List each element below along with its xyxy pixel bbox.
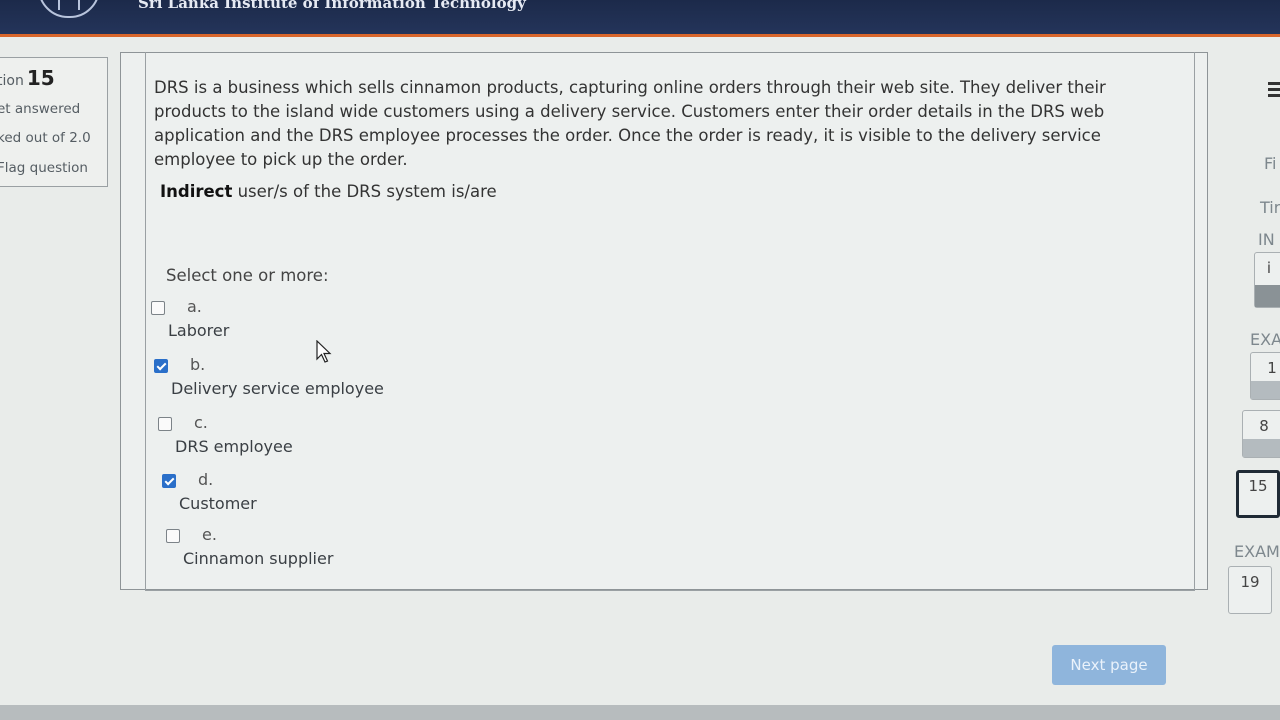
option-b-checkbox[interactable] bbox=[154, 359, 168, 373]
nav-info-button[interactable]: i bbox=[1254, 252, 1280, 308]
quiz-navigation-panel: Fi Tir IN i EXA 1 8 15 EXAM 19 bbox=[1222, 40, 1280, 680]
flag-question-link[interactable]: Flag question bbox=[0, 160, 88, 176]
nav-button-number: 19 bbox=[1240, 573, 1260, 591]
nav-question-8-button[interactable]: 8 bbox=[1242, 410, 1280, 458]
nav-text-exam: EXAM bbox=[1234, 542, 1280, 561]
marks-info: ked out of 2.0 bbox=[0, 130, 91, 146]
nav-question-19-button[interactable]: 19 bbox=[1228, 566, 1272, 614]
question-prompt-bold: Indirect bbox=[160, 182, 233, 201]
nav-button-number: 15 bbox=[1248, 477, 1268, 495]
next-page-button[interactable]: Next page bbox=[1052, 645, 1166, 685]
nav-text-exa: EXA bbox=[1250, 330, 1280, 349]
option-e-checkbox[interactable] bbox=[166, 529, 180, 543]
option-a-checkbox[interactable] bbox=[151, 301, 165, 315]
question-prompt-rest: user/s of the DRS system is/are bbox=[232, 182, 497, 201]
site-title: Sri Lanka Institute of Information Techn… bbox=[138, 0, 526, 12]
option-text: Laborer bbox=[168, 321, 230, 340]
bottom-bar bbox=[0, 705, 1280, 720]
option-text: Cinnamon supplier bbox=[183, 549, 334, 568]
nav-question-15-button[interactable]: 15 bbox=[1236, 470, 1280, 518]
option-letter: e. bbox=[202, 525, 217, 544]
select-label: Select one or more: bbox=[166, 266, 329, 285]
nav-text-ins: IN bbox=[1258, 230, 1275, 249]
mouse-cursor-icon bbox=[316, 340, 332, 363]
question-formulation: DRS is a business which sells cinnamon p… bbox=[145, 52, 1195, 591]
option-letter: b. bbox=[190, 355, 206, 374]
nav-question-1-button[interactable]: 1 bbox=[1250, 352, 1280, 400]
nav-button-number: 1 bbox=[1267, 359, 1277, 377]
nav-text-tir: Tir bbox=[1260, 198, 1280, 217]
question-text: DRS is a business which sells cinnamon p… bbox=[154, 78, 1106, 169]
option-text: Customer bbox=[179, 494, 257, 513]
nav-button-number: 8 bbox=[1259, 417, 1269, 435]
question-number-value: 15 bbox=[26, 66, 55, 90]
question-info-panel: tion15 et answered ked out of 2.0 Flag q… bbox=[0, 57, 108, 187]
institute-logo bbox=[38, 0, 100, 18]
option-c-checkbox[interactable] bbox=[158, 417, 172, 431]
option-letter: a. bbox=[187, 297, 202, 316]
option-d-checkbox[interactable] bbox=[162, 474, 176, 488]
top-bar: Sri Lanka Institute of Information Techn… bbox=[0, 0, 1280, 37]
option-letter: c. bbox=[194, 413, 208, 432]
question-content: DRS is a business which sells cinnamon p… bbox=[120, 52, 1208, 591]
nav-info-label: i bbox=[1266, 259, 1272, 277]
question-prompt: Indirect user/s of the DRS system is/are bbox=[160, 182, 497, 201]
question-number: tion15 bbox=[0, 66, 55, 90]
menu-icon[interactable] bbox=[1268, 82, 1280, 98]
nav-text-fi: Fi bbox=[1264, 154, 1277, 173]
option-text: Delivery service employee bbox=[171, 379, 384, 398]
option-letter: d. bbox=[198, 470, 214, 489]
question-label: tion bbox=[0, 73, 24, 89]
answer-status: et answered bbox=[0, 101, 81, 117]
option-text: DRS employee bbox=[175, 437, 293, 456]
